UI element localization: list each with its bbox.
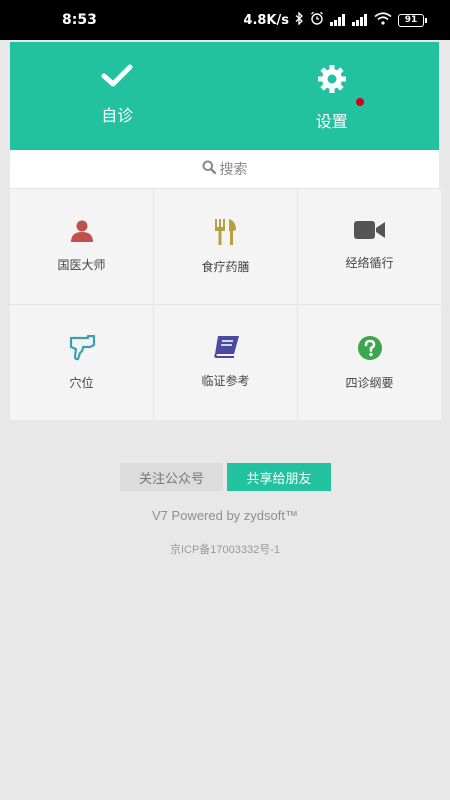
- top-panel: 自诊 设置: [10, 42, 439, 150]
- book-icon: [212, 335, 240, 362]
- utensils-icon: [214, 219, 238, 248]
- grid-item-label: 国医大师: [57, 258, 106, 272]
- grid-item-meridians[interactable]: 经络循行: [298, 189, 441, 304]
- hand-pointer-icon: [68, 334, 96, 364]
- self-diagnosis-button[interactable]: 自诊: [10, 42, 225, 150]
- feature-grid: 国医大师 食疗药膳 经络循行 穴位 临证参考 四诊纲要: [10, 188, 441, 420]
- follow-account-button[interactable]: 关注公众号: [120, 463, 223, 491]
- grid-item-label: 四诊纲要: [345, 376, 394, 390]
- grid-item-label: 临证参考: [201, 374, 250, 388]
- gear-icon: [317, 64, 347, 98]
- grid-item-label: 经络循行: [345, 256, 394, 270]
- status-indicators: 4.8K/s 91: [243, 10, 427, 29]
- grid-item-label: 食疗药膳: [201, 260, 250, 274]
- question-circle-icon: [357, 335, 383, 364]
- grid-item-label: 穴位: [69, 376, 94, 390]
- powered-by-text: V7 Powered by zydsoft™: [152, 508, 298, 523]
- check-icon: [101, 64, 133, 92]
- search-label: 搜索: [219, 162, 248, 178]
- settings-button[interactable]: 设置: [225, 42, 440, 150]
- grid-item-clinical-reference[interactable]: 临证参考: [154, 305, 297, 420]
- video-camera-icon: [353, 219, 386, 244]
- search-bar[interactable]: 搜索: [10, 150, 439, 188]
- battery-icon: 91: [398, 13, 427, 27]
- grid-item-masters[interactable]: 国医大师: [10, 189, 153, 304]
- notification-dot: [355, 98, 364, 106]
- settings-label: 设置: [315, 112, 348, 131]
- grid-item-acupoints[interactable]: 穴位: [10, 305, 153, 420]
- grid-item-four-diagnostics[interactable]: 四诊纲要: [298, 305, 441, 420]
- alarm-icon: [310, 11, 324, 29]
- status-time: 8:53: [62, 12, 97, 28]
- search-icon: [202, 160, 216, 178]
- signal-icon: [330, 14, 346, 26]
- footer-buttons: 关注公众号 共享给朋友: [120, 463, 331, 491]
- network-speed: 4.8K/s: [243, 12, 289, 28]
- signal-icon: [352, 14, 368, 26]
- share-button[interactable]: 共享给朋友: [227, 463, 331, 491]
- status-bar: 8:53 4.8K/s 91: [0, 0, 450, 40]
- self-diagnosis-label: 自诊: [101, 106, 134, 125]
- grid-item-diet-therapy[interactable]: 食疗药膳: [154, 189, 297, 304]
- bluetooth-icon: [295, 10, 304, 29]
- icp-text[interactable]: 京ICP备17003332号-1: [0, 541, 450, 557]
- wifi-icon: [374, 11, 392, 29]
- person-icon: [70, 219, 94, 246]
